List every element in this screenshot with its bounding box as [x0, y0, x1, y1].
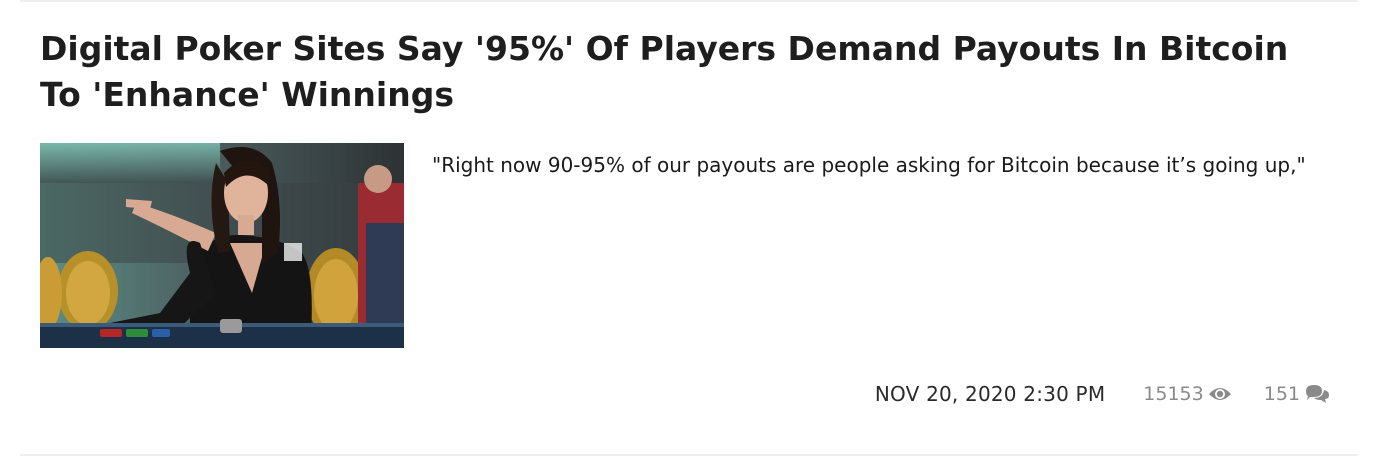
- view-count: 15153: [1143, 383, 1231, 405]
- article-excerpt: "Right now 90-95% of our payouts are peo…: [432, 153, 1306, 177]
- bottom-divider: [20, 454, 1358, 456]
- thumbnail-image: [40, 143, 404, 348]
- article-meta: NOV 20, 2020 2:30 PM 15153 151: [875, 380, 1330, 408]
- publish-date: NOV 20, 2020 2:30 PM: [874, 382, 1106, 406]
- comment-count-value: 151: [1263, 383, 1300, 405]
- comment-count[interactable]: 151: [1264, 383, 1330, 405]
- top-divider: [20, 0, 1358, 2]
- view-count-value: 15153: [1143, 383, 1204, 405]
- comments-icon: [1306, 385, 1329, 403]
- article-thumbnail[interactable]: [40, 143, 404, 348]
- article-title[interactable]: Digital Poker Sites Say '95%' Of Players…: [40, 26, 1340, 118]
- eye-icon: [1208, 388, 1231, 400]
